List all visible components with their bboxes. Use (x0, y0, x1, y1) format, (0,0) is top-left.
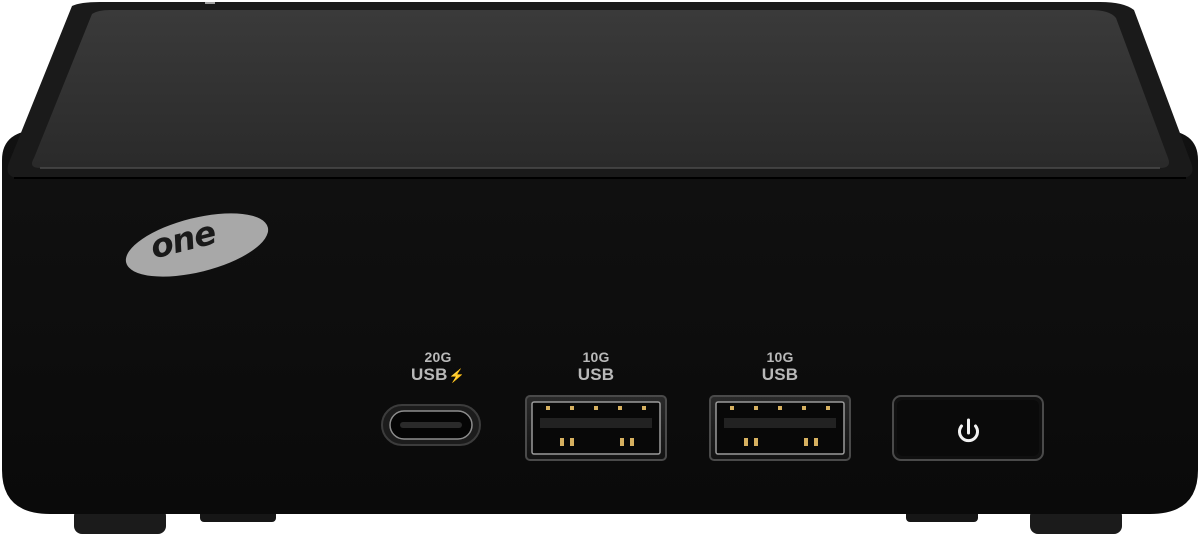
lightning-bolt-icon: ⚡ (448, 368, 465, 383)
usb-c-protocol-text: USB (411, 365, 448, 384)
usb-c-port-icon (381, 404, 481, 446)
usb-a-port-icon (525, 395, 667, 461)
device-top-panel (32, 10, 1169, 168)
usb-a-2-speed-label: 10G (766, 349, 794, 365)
usb-a-1-port-label: 10G USB (558, 350, 634, 383)
usb-a-2-port-label: 10G USB (742, 350, 818, 383)
usb-a-1-protocol-label: USB (577, 365, 615, 384)
product-photo: one 20G USB⚡ 10G USB 10G USB (0, 0, 1200, 538)
usb-a-1-speed-label: 10G (582, 349, 610, 365)
power-button[interactable] (892, 395, 1044, 461)
usb-a-2-protocol-label: USB (761, 365, 799, 384)
usb-c-port-label: 20G USB⚡ (400, 350, 476, 383)
usb-a-port-icon (709, 395, 851, 461)
mini-pc-device (2, 2, 1198, 534)
usb-c-protocol-label: USB⚡ (400, 366, 476, 383)
usb-c-speed-label: 20G (424, 349, 452, 365)
